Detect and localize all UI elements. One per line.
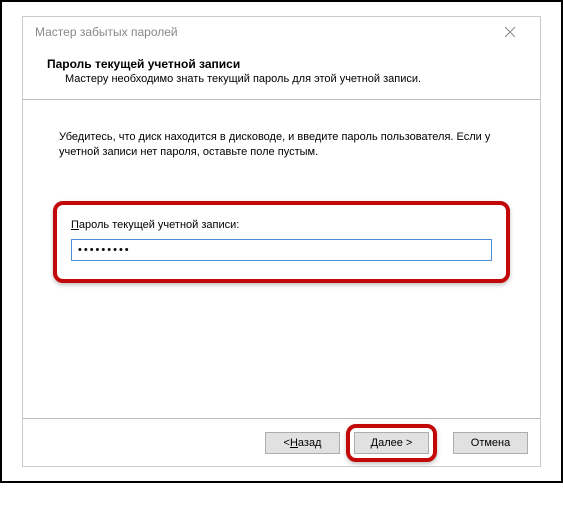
page-subtitle: Мастеру необходимо знать текущий пароль … bbox=[47, 73, 516, 85]
password-section-highlight: Пароль текущей учетной записи: bbox=[53, 201, 510, 283]
button-bar: < Назад Далее > Отмена bbox=[23, 418, 540, 466]
window-title: Мастер забытых паролей bbox=[35, 25, 178, 39]
close-icon bbox=[505, 27, 515, 37]
close-button[interactable] bbox=[490, 18, 530, 46]
wizard-header: Пароль текущей учетной записи Мастеру не… bbox=[23, 47, 540, 100]
password-label: Пароль текущей учетной записи: bbox=[71, 219, 492, 231]
next-button[interactable]: Далее > bbox=[354, 432, 429, 454]
page-title: Пароль текущей учетной записи bbox=[47, 57, 516, 71]
password-input[interactable] bbox=[71, 239, 492, 261]
cancel-button[interactable]: Отмена bbox=[453, 432, 528, 454]
back-button[interactable]: < Назад bbox=[265, 432, 340, 454]
titlebar: Мастер забытых паролей bbox=[23, 17, 540, 47]
screenshot-frame: Мастер забытых паролей Пароль текущей уч… bbox=[0, 0, 563, 483]
content-area: Убедитесь, что диск находится в дисковод… bbox=[23, 100, 540, 418]
next-button-highlight: Далее > bbox=[346, 424, 437, 462]
instruction-text: Убедитесь, что диск находится в дисковод… bbox=[53, 130, 510, 161]
wizard-dialog: Мастер забытых паролей Пароль текущей уч… bbox=[22, 16, 541, 467]
